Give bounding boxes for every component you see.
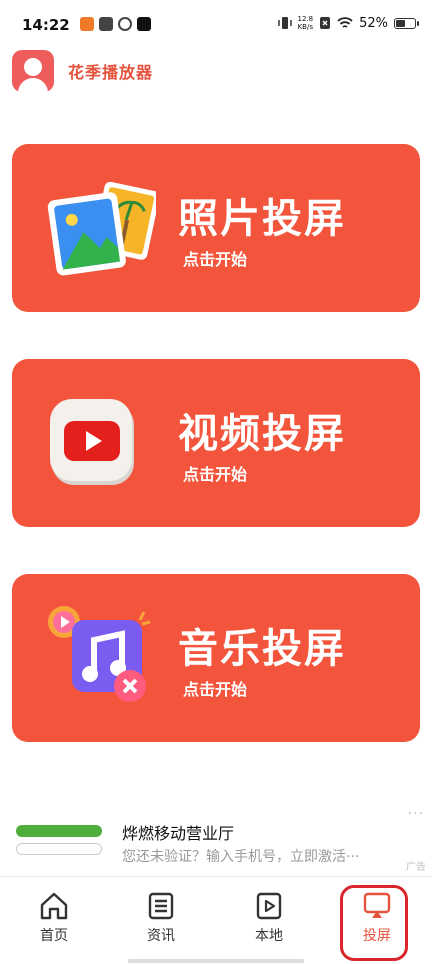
video-play-icon bbox=[50, 399, 134, 485]
tab-label: 首页 bbox=[40, 928, 68, 944]
local-play-icon bbox=[256, 892, 282, 920]
status-app-icons bbox=[80, 17, 151, 31]
app-header: 花季播放器 bbox=[12, 48, 153, 94]
home-indicator[interactable] bbox=[128, 959, 304, 963]
tab-news[interactable]: 资讯 bbox=[126, 891, 196, 945]
wifi-icon bbox=[337, 17, 353, 28]
speed-value: 12.8 bbox=[297, 15, 314, 23]
notification-app-icon bbox=[99, 17, 113, 31]
network-speed: 12.8 KB/s bbox=[298, 15, 314, 31]
active-tab-highlight bbox=[340, 885, 408, 961]
home-icon bbox=[40, 892, 68, 920]
card-subtitle: 点击开始 bbox=[183, 250, 248, 269]
speed-unit: KB/s bbox=[297, 23, 313, 31]
music-cast-card[interactable]: 音乐投屏 点击开始 bbox=[12, 574, 420, 742]
tiktok-icon bbox=[137, 17, 151, 31]
ad-thumb-bar bbox=[16, 843, 102, 855]
user-avatar-icon[interactable] bbox=[12, 50, 54, 92]
ad-title: 烨燃移动营业厅 bbox=[122, 824, 235, 843]
photo-cast-card[interactable]: 照片投屏 点击开始 bbox=[12, 144, 420, 312]
tab-label: 资讯 bbox=[147, 928, 175, 944]
music-note-icon bbox=[48, 606, 151, 702]
status-indicators: 12.8 KB/s 52% bbox=[277, 15, 419, 31]
ad-thumbnail bbox=[16, 822, 102, 862]
battery-percent: 52% bbox=[359, 15, 388, 31]
card-subtitle: 点击开始 bbox=[183, 680, 248, 699]
status-time: 14:22 bbox=[22, 16, 70, 34]
ad-banner[interactable]: 烨燃移动营业厅 您还未验证？输入手机号，立即激活··· ··· 广告 bbox=[0, 806, 432, 876]
notification-app-icon bbox=[80, 17, 94, 31]
ad-more-icon[interactable]: ··· bbox=[408, 806, 424, 822]
tab-local[interactable]: 本地 bbox=[234, 891, 304, 945]
battery-icon bbox=[394, 17, 419, 29]
bottom-tab-bar: 首页 资讯 本地 投屏 bbox=[0, 876, 432, 964]
tab-home[interactable]: 首页 bbox=[19, 891, 89, 945]
ad-description: 您还未验证？输入手机号，立即激活··· bbox=[122, 849, 360, 865]
notification-app-icon bbox=[118, 17, 132, 31]
card-title: 音乐投屏 bbox=[178, 626, 346, 672]
card-title: 视频投屏 bbox=[178, 411, 346, 457]
card-title: 照片投屏 bbox=[178, 196, 346, 242]
photo-gallery-icon bbox=[47, 181, 156, 276]
ad-label: 广告 bbox=[406, 862, 426, 873]
tab-label: 本地 bbox=[255, 928, 283, 944]
news-icon bbox=[148, 892, 174, 920]
vibrate-icon bbox=[277, 17, 292, 29]
card-subtitle: 点击开始 bbox=[183, 465, 248, 484]
app-title: 花季播放器 bbox=[68, 63, 154, 82]
sim-icon bbox=[320, 17, 331, 29]
status-bar: 14:22 12.8 KB/s 52% bbox=[0, 0, 432, 48]
video-cast-card[interactable]: 视频投屏 点击开始 bbox=[12, 359, 420, 527]
ad-thumb-bar bbox=[16, 825, 102, 837]
